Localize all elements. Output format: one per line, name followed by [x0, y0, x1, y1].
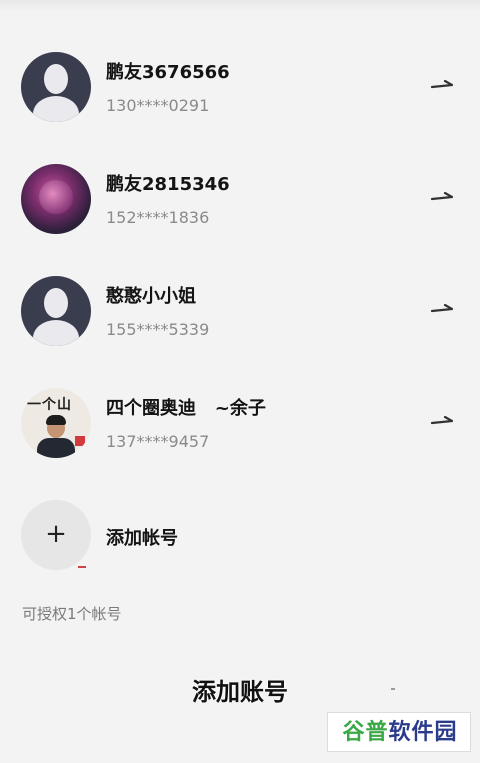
plus-icon: + — [45, 519, 67, 549]
avatar-photo-subject — [39, 180, 73, 214]
account-row[interactable]: 鹏友2815346 152****1836 — [0, 164, 480, 254]
default-avatar — [21, 52, 91, 122]
avatar-person-body — [37, 438, 75, 458]
account-phone: 137****9457 — [106, 432, 210, 451]
avatar-head — [44, 64, 68, 94]
decorative-mark — [391, 688, 395, 690]
default-avatar — [21, 276, 91, 346]
top-strip — [0, 0, 480, 12]
arrow-icon[interactable] — [430, 302, 456, 316]
avatar-calligraphy: 一个山 — [27, 397, 72, 413]
watermark-part1: 谷普 — [342, 720, 389, 745]
account-phone: 155****5339 — [106, 320, 210, 339]
account-phone: 152****1836 — [106, 208, 210, 227]
watermark-text: 谷普软件园 — [328, 713, 472, 753]
account-row[interactable]: 一个山 四个圈奥迪 ~余子 137****9457 — [0, 388, 480, 478]
avatar-shoulders — [33, 320, 79, 346]
decorative-mark — [78, 566, 86, 568]
watermark-part2: 软件园 — [388, 720, 458, 745]
arrow-icon[interactable] — [430, 414, 456, 428]
authorization-note: 可授权1个帐号 — [22, 605, 122, 623]
avatar-flag — [75, 436, 85, 446]
add-account-button[interactable]: + 添加帐号 — [0, 500, 480, 570]
video-subtitle: 添加账号 — [192, 678, 288, 706]
account-row[interactable]: 憨憨小小姐 155****5339 — [0, 276, 480, 366]
account-row[interactable]: 鹏友3676566 130****0291 — [0, 52, 480, 142]
account-name: 鹏友2815346 — [106, 174, 230, 195]
clipped-heading: - - - - — [118, 0, 181, 9]
avatar-shoulders — [33, 96, 79, 122]
add-account-circle[interactable]: + — [21, 500, 91, 570]
avatar-person-hair — [46, 415, 66, 425]
arrow-icon[interactable] — [430, 78, 456, 92]
avatar-head — [44, 288, 68, 318]
account-phone: 130****0291 — [106, 96, 210, 115]
photo-avatar: 一个山 — [21, 388, 91, 458]
arrow-icon[interactable] — [430, 190, 456, 204]
watermark: 谷普软件园 — [327, 712, 471, 752]
add-account-label: 添加帐号 — [106, 528, 178, 549]
account-name: 鹏友3676566 — [106, 62, 230, 83]
photo-avatar — [21, 164, 91, 234]
account-name: 憨憨小小姐 — [106, 286, 196, 307]
account-name: 四个圈奥迪 ~余子 — [106, 398, 266, 419]
